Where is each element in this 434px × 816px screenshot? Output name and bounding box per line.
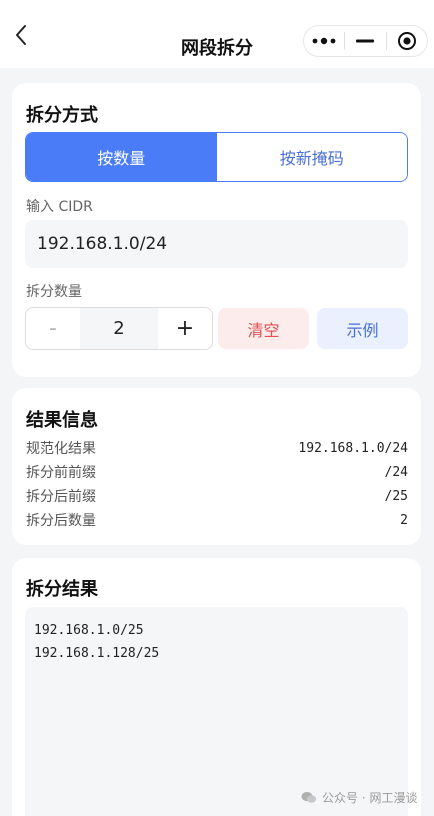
split-result-output[interactable]: 192.168.1.0/25 192.168.1.128/25 <box>25 607 408 816</box>
example-button[interactable]: 示例 <box>317 308 408 349</box>
split-mode-segmented-control: 按数量 按新掩码 <box>25 132 408 182</box>
info-row-prefix-after: 拆分后前缀 /25 <box>26 486 408 506</box>
minimize-button[interactable] <box>345 26 385 56</box>
info-key: 拆分后数量 <box>26 513 96 529</box>
info-value: /24 <box>384 464 408 480</box>
info-row-prefix-before: 拆分前前缀 /24 <box>26 462 408 482</box>
info-value: 192.168.1.0/24 <box>298 440 408 456</box>
increment-button[interactable]: + <box>158 308 212 349</box>
info-value: 2 <box>400 512 408 528</box>
split-result-title: 拆分结果 <box>26 579 98 600</box>
target-close-icon <box>397 32 416 50</box>
split-count-value[interactable]: 2 <box>80 308 158 349</box>
more-button[interactable] <box>304 26 344 56</box>
clear-button[interactable]: 清空 <box>218 308 309 349</box>
tab-by-new-mask[interactable]: 按新掩码 <box>216 133 407 181</box>
more-dots-icon <box>312 37 336 45</box>
result-line: 192.168.1.128/25 <box>34 646 160 661</box>
watermark: 公众号 · 网工漫谈 <box>301 789 417 806</box>
split-result-card: 拆分结果 192.168.1.0/25 192.168.1.128/25 <box>12 558 421 816</box>
result-info-card: 结果信息 规范化结果 192.168.1.0/24 拆分前前缀 /24 拆分后前… <box>12 388 421 545</box>
result-line: 192.168.1.0/25 <box>34 623 144 638</box>
decrement-button[interactable]: - <box>26 308 80 349</box>
navigation-bar: 网段拆分 <box>0 0 434 68</box>
wechat-icon <box>301 791 317 804</box>
cidr-label: 输入 CIDR <box>26 199 93 215</box>
cidr-input[interactable]: 192.168.1.0/24 <box>25 220 408 268</box>
result-info-title: 结果信息 <box>26 410 98 431</box>
split-count-label: 拆分数量 <box>26 284 82 300</box>
info-value: /25 <box>384 488 408 504</box>
split-count-stepper: - 2 + <box>25 307 213 350</box>
split-mode-card: 拆分方式 按数量 按新掩码 输入 CIDR 192.168.1.0/24 拆分数… <box>12 83 421 377</box>
mini-program-capsule <box>303 25 428 57</box>
watermark-text: 公众号 · 网工漫谈 <box>322 791 418 805</box>
info-row-normalized: 规范化结果 192.168.1.0/24 <box>26 438 408 458</box>
info-row-count-after: 拆分后数量 2 <box>26 510 408 530</box>
close-button[interactable] <box>387 26 427 56</box>
info-key: 规范化结果 <box>26 441 96 457</box>
info-key: 拆分后前缀 <box>26 489 96 505</box>
info-key: 拆分前前缀 <box>26 465 96 481</box>
tab-by-count[interactable]: 按数量 <box>26 133 217 181</box>
minus-icon <box>356 39 375 43</box>
split-mode-title: 拆分方式 <box>26 105 98 126</box>
